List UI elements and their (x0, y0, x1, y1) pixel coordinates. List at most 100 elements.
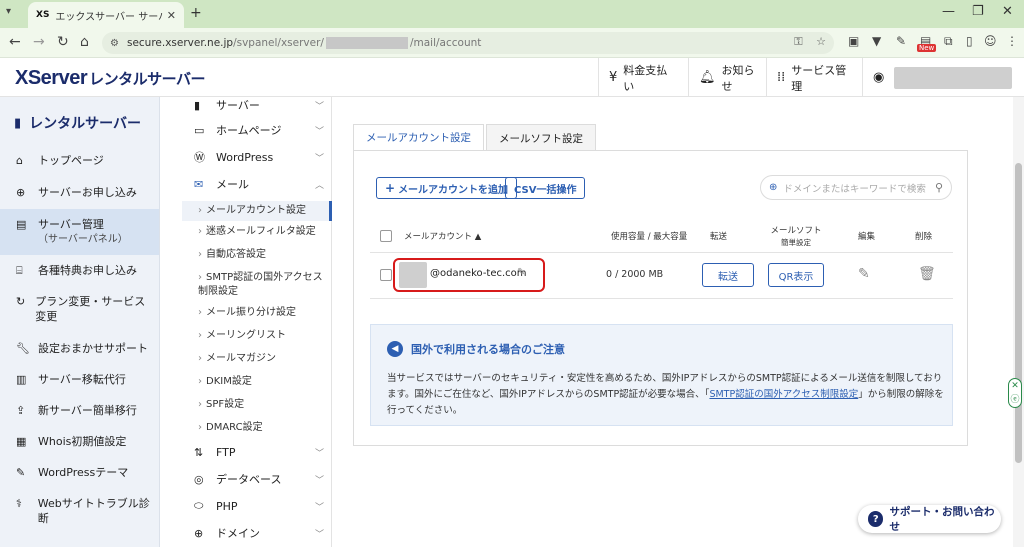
tab-search-icon[interactable]: ▾ (6, 6, 11, 17)
plus-icon: ⊕ (16, 186, 26, 199)
account-column-header[interactable]: メールアカウント ▲ (404, 232, 481, 243)
menu-server[interactable]: ▮ サーバー ﹀ (182, 97, 330, 113)
browser-tab[interactable]: XS エックスサーバー サーバーパネル - メ ✕ (28, 2, 184, 28)
menu-php[interactable]: ⬭ PHP ﹀ (182, 497, 330, 515)
sidebar-item-setup-support[interactable]: 🔧︎ 設定おまかせサポート (0, 341, 159, 356)
restore-icon[interactable]: ❐ (972, 4, 984, 19)
widget-close-icon[interactable]: ✕ (1011, 381, 1019, 391)
widget-e-icon[interactable]: ⓔ (1010, 395, 1019, 405)
trash-icon[interactable]: 🗑︎ (918, 266, 936, 282)
menu-ftp[interactable]: ⇅ FTP ﹀ (182, 443, 330, 461)
question-icon: ? (868, 511, 884, 527)
extension-3-icon[interactable]: ✎ (896, 34, 906, 48)
server-panel-menu: ▮ サーバー ﹀ ▭ ホームページ ﹀ Ⓦ WordPress ﹀ ✉ メール ︿ › メールアカ… (182, 97, 332, 547)
user-menu[interactable]: ◉ (862, 58, 1024, 97)
left-sidebar: ▮ レンタルサーバー ⌂ トップページ ⊕ サーバーお申し込み ▤ サーバー管理 （サ… (0, 97, 160, 547)
grid-icon: ⁞⁞ (777, 70, 786, 85)
menu-dmarc[interactable]: › DMARC設定 (182, 421, 332, 435)
menu-mail[interactable]: ✉ メール ︿ (182, 175, 330, 193)
menu-mail-sort[interactable]: › メール振り分け設定 (182, 306, 332, 320)
wordpress-theme-icon: ✎ (16, 466, 26, 479)
sidebar-item-server-panel[interactable]: ▤ サーバー管理 （サーバーパネル） (0, 209, 159, 255)
menu-dkim[interactable]: › DKIM設定 (182, 375, 332, 389)
menu-database[interactable]: ◎ データベース ﹀ (182, 470, 330, 488)
menu-wordpress[interactable]: Ⓦ WordPress ﹀ (182, 148, 330, 166)
upload-icon: ⇪ (16, 404, 26, 417)
sidebar-item-trouble-diagnosis[interactable]: ⚕ Webサイトトラブル診断 (0, 496, 159, 526)
extension-1-icon[interactable]: ▣ (848, 34, 859, 48)
payment-button[interactable]: ¥ 料金支払い (598, 58, 688, 97)
yen-icon: ¥ (609, 70, 618, 85)
menu-mailing-list[interactable]: › メーリングリスト (182, 329, 332, 343)
extensions-puzzle-icon[interactable]: ⧉ (944, 34, 953, 49)
homepage-icon: ▭ (194, 123, 205, 137)
ftp-icon: ⇅ (194, 445, 204, 459)
sidebar-item-wp-theme[interactable]: ✎ WordPressテーマ (0, 465, 159, 480)
key-icon[interactable]: ⚿ (794, 35, 802, 48)
floating-widget[interactable]: ✕ ⓔ (1008, 378, 1022, 408)
search-input[interactable]: ⊕ ドメインまたはキーワードで検索 ⚲ (760, 175, 952, 200)
sidebar-item-migration-service[interactable]: ▥ サーバー移転代行 (0, 372, 159, 387)
add-mail-account-button[interactable]: + メールアカウントを追加 (376, 177, 518, 199)
sidebar-item-plan-change[interactable]: ↻ プラン変更・サービス変更 (0, 294, 159, 324)
forward-button[interactable]: 転送 (702, 263, 754, 287)
menu-smtp-foreign[interactable]: › SMTP認証の国外アクセス制限設定 (182, 271, 332, 299)
smtp-foreign-setting-link[interactable]: SMTP認証の国外アクセス制限設定 (709, 389, 858, 400)
menu-auto-reply[interactable]: › 自動応答設定 (182, 248, 332, 262)
window-close-icon[interactable]: ✕ (1002, 4, 1013, 19)
sidebar-item-benefits[interactable]: ⌸ 各種特典お申し込み (0, 263, 159, 278)
menu-spam-filter[interactable]: › 迷惑メールフィルタ設定 (182, 225, 332, 239)
refresh-icon: ↻ (16, 295, 26, 308)
extension-2-icon[interactable]: ▼ (872, 34, 881, 48)
payment-label: 料金支払い (623, 63, 668, 93)
usage-column-header[interactable]: 使用容量 / 最大容量 (611, 232, 687, 243)
xserver-logo[interactable]: XServer レンタルサーバー (15, 67, 205, 90)
tab-mail-account[interactable]: メールアカウント設定 (353, 124, 484, 151)
menu-domain[interactable]: ⊕ ドメイン ﹀ (182, 524, 330, 542)
search-icon[interactable]: ⚲ (935, 181, 943, 194)
select-all-checkbox[interactable] (380, 230, 392, 242)
chevron-up-icon: ︿ (314, 180, 324, 191)
page-scrollbar[interactable] (1013, 97, 1024, 547)
tab-title: エックスサーバー サーバーパネル - メ (55, 11, 162, 23)
row-checkbox[interactable] (380, 269, 392, 281)
sidebar-item-apply[interactable]: ⊕ サーバーお申し込み (0, 185, 159, 200)
back-icon[interactable]: ← (9, 34, 21, 50)
address-bar-row: ← → ↻ ⌂ ⚙ secure.xserver.ne.jp /svpanel/… (0, 28, 1024, 58)
omnibox-icons: ⚿ ☆ (794, 35, 826, 49)
sidebar-item-top[interactable]: ⌂ トップページ (0, 153, 159, 168)
reload-icon[interactable]: ↻ (57, 34, 69, 50)
support-contact-button[interactable]: ? サポート・お問い合わせ (858, 505, 1001, 533)
menu-homepage[interactable]: ▭ ホームページ ﹀ (182, 121, 330, 139)
profile-avatar-icon[interactable]: ☺ (984, 34, 997, 48)
menu-mail-account[interactable]: › メールアカウント設定 (182, 201, 332, 221)
tab-close-icon[interactable]: ✕ (167, 9, 176, 22)
sidebar-item-easy-migration[interactable]: ⇪ 新サーバー簡単移行 (0, 403, 159, 418)
edit-pencil-icon[interactable]: ✎ (858, 266, 870, 282)
site-header: XServer レンタルサーバー ¥ 料金支払い 🔔︎ お知らせ ⁞⁞ サービス管… (0, 58, 1024, 97)
whois-icon: ▦ (16, 435, 27, 448)
sidebar-toggle-icon[interactable]: ▯ (966, 34, 973, 48)
minimize-icon[interactable]: — (942, 4, 955, 19)
csv-bulk-button[interactable]: CSV一括操作 (505, 177, 586, 199)
home-nav-icon[interactable]: ⌂ (80, 34, 89, 50)
forward-icon[interactable]: → (33, 34, 45, 50)
new-tab-icon[interactable]: + (190, 5, 202, 21)
url-bar[interactable]: ⚙ secure.xserver.ne.jp /svpanel/xserver/… (102, 32, 834, 54)
sidebar-item-whois[interactable]: ▦ Whois初期値設定 (0, 434, 159, 449)
tab-mail-software[interactable]: メールソフト設定 (486, 124, 596, 151)
menu-spf[interactable]: › SPF設定 (182, 398, 332, 412)
plus-icon: + (385, 181, 396, 195)
qr-display-button[interactable]: QR表示 (768, 263, 824, 287)
masked-username (894, 66, 1013, 89)
notices-button[interactable]: 🔔︎ お知らせ (688, 58, 766, 97)
chevron-down-icon: ﹀ (314, 448, 324, 459)
menu-mail-magazine[interactable]: › メールマガジン (182, 352, 332, 366)
services-button[interactable]: ⁞⁞ サービス管理 (766, 58, 862, 97)
site-info-icon[interactable]: ⚙ (110, 38, 119, 49)
bookmark-star-icon[interactable]: ☆ (816, 35, 826, 48)
scrollbar-thumb[interactable] (1015, 163, 1022, 463)
browser-menu-icon[interactable]: ⋮ (1006, 34, 1018, 48)
bell-icon: 🔔︎ (699, 70, 716, 85)
chevron-down-icon: ﹀ (314, 475, 324, 486)
